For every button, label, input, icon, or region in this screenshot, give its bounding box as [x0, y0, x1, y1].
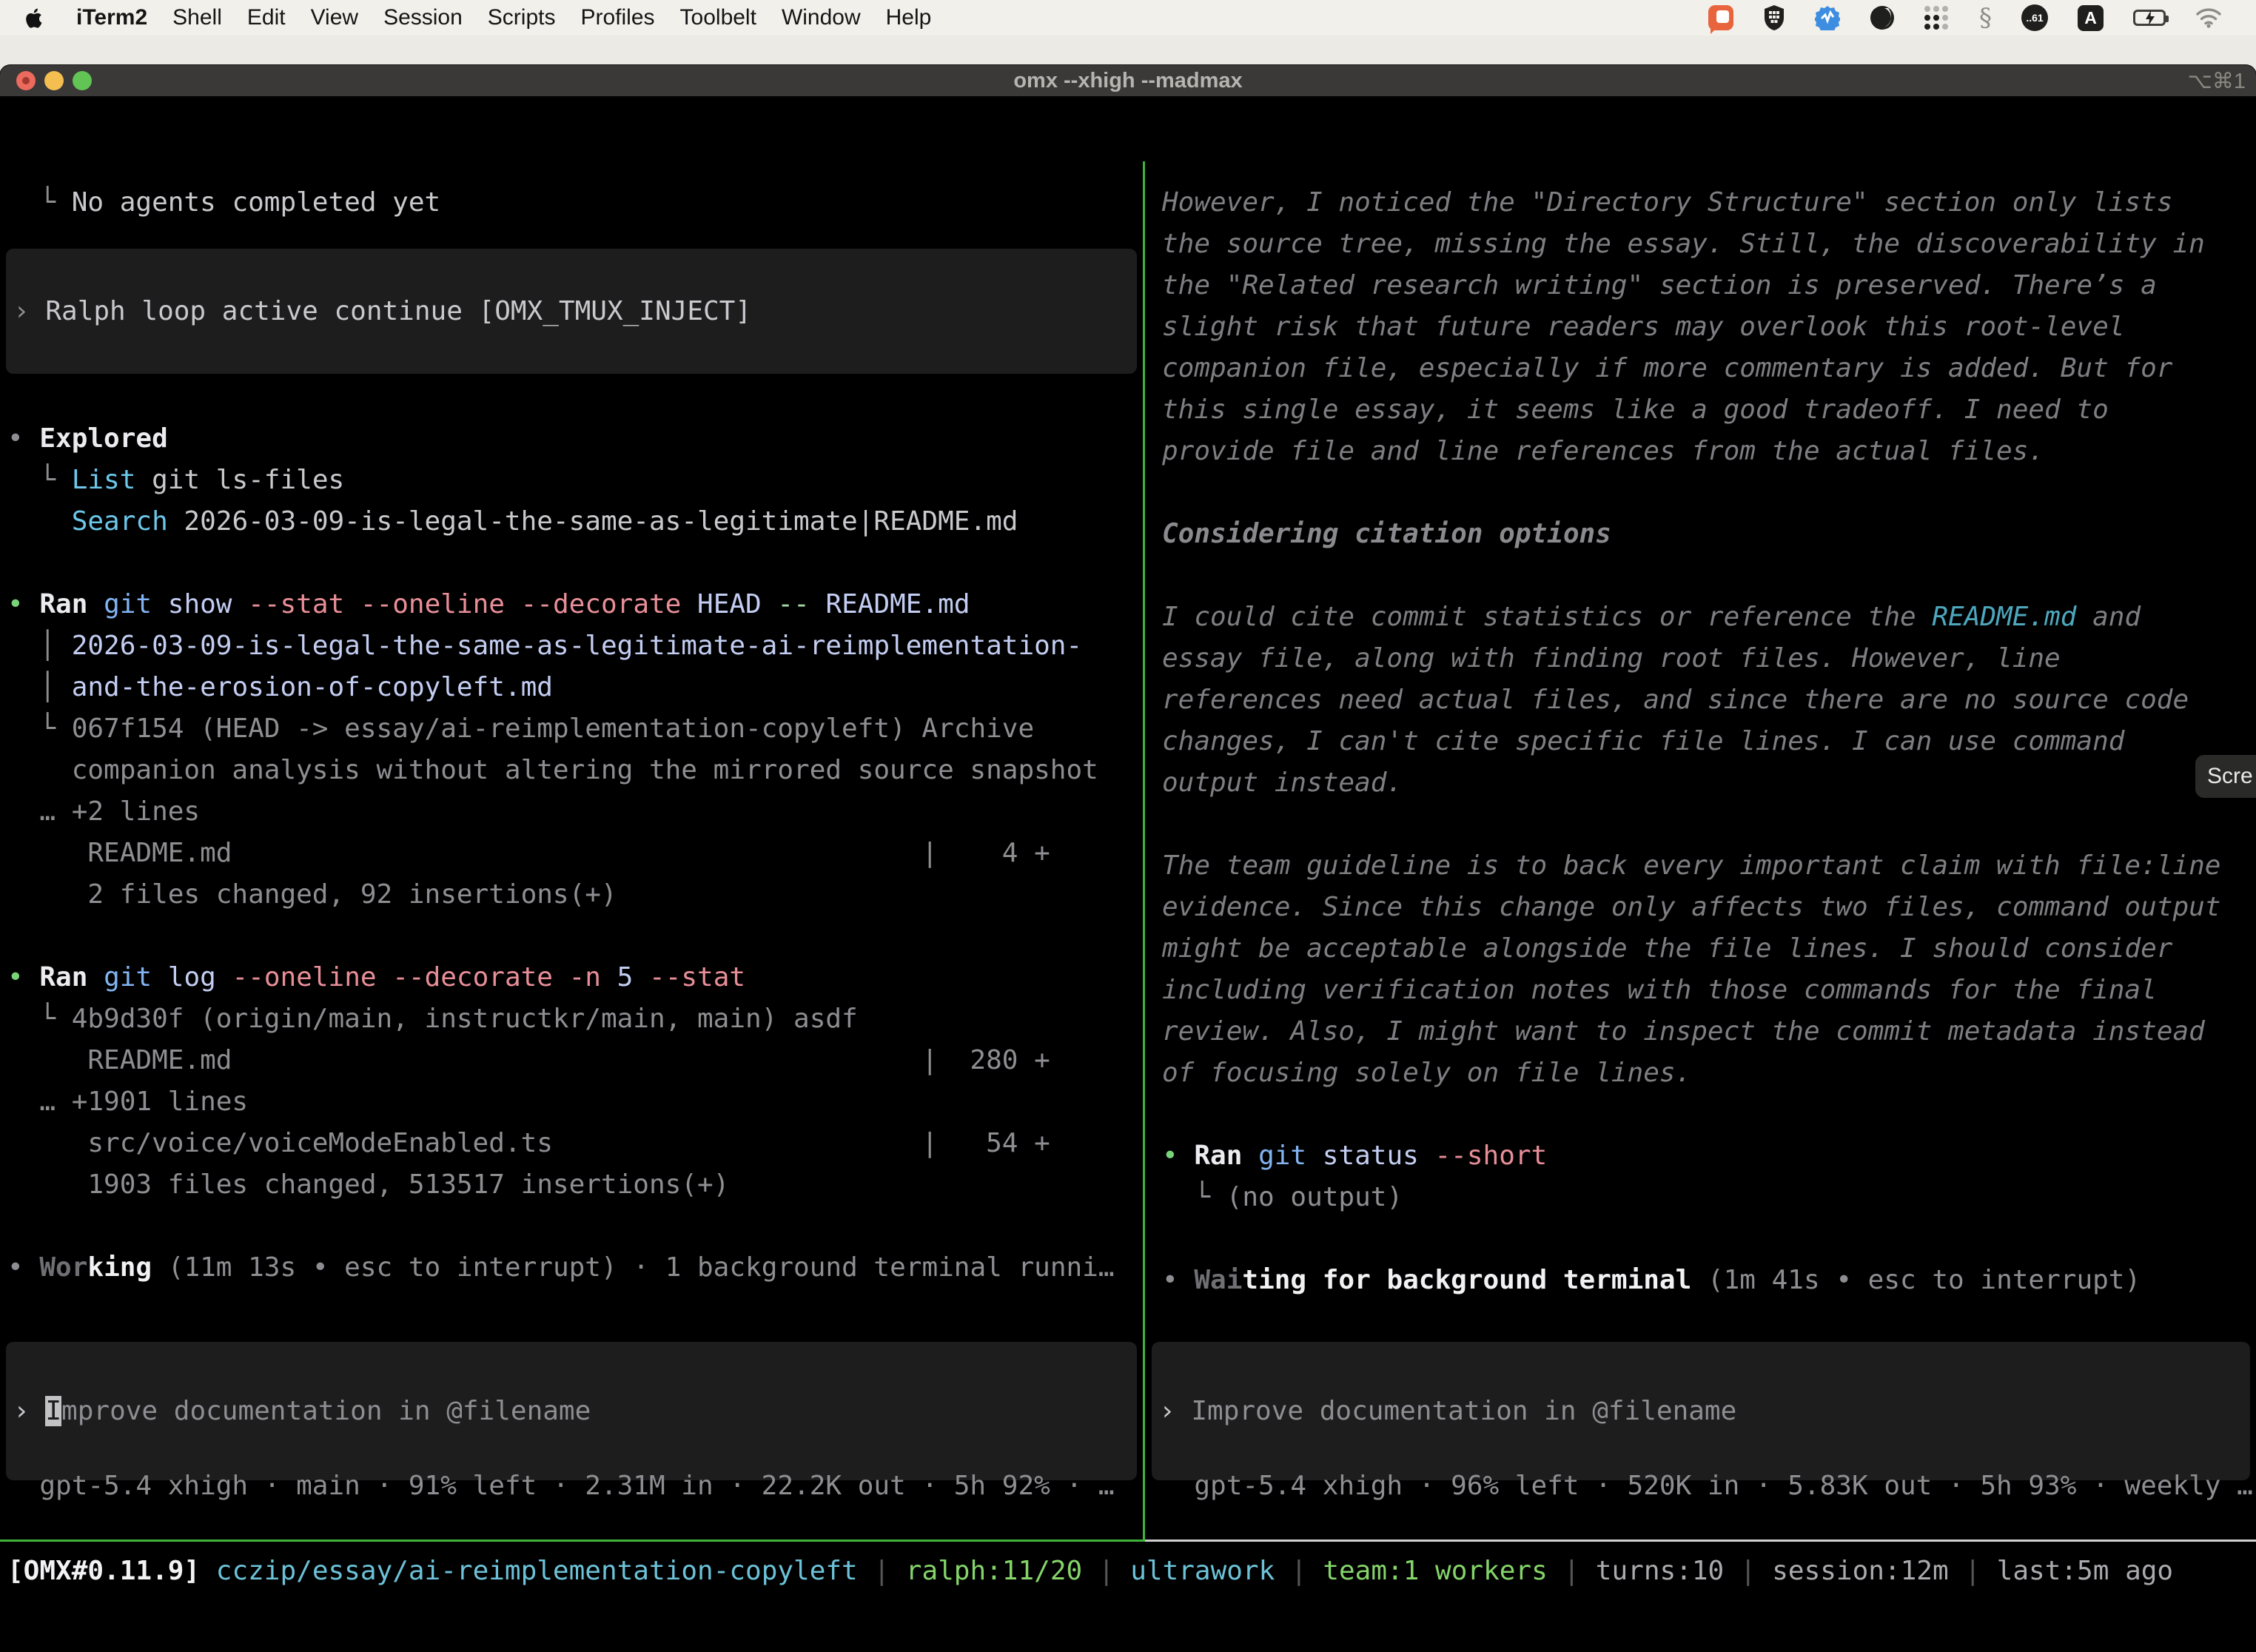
menu-help[interactable]: Help [873, 5, 944, 30]
terminal-line [7, 1206, 1115, 1247]
dragon-icon[interactable]: § [1979, 3, 1992, 33]
right-model-status: gpt-5.4 xhigh · 96% left · 520K in · 5.8… [1162, 1465, 2253, 1507]
terminal-line: … +2 lines [7, 791, 1115, 833]
terminal-line: companion file, especially if more comme… [1162, 348, 2220, 389]
left-pane-log: • Explored └ List git ls-files Search 20… [7, 418, 1115, 1289]
menu-edit[interactable]: Edit [235, 5, 298, 30]
window-title: omx --xhigh --madmax [0, 69, 2256, 93]
terminal-line: 1903 files changed, 513517 insertions(+) [7, 1164, 1115, 1206]
terminal-line [1162, 555, 2220, 597]
menu-scripts[interactable]: Scripts [475, 5, 568, 30]
menu-window[interactable]: Window [769, 5, 873, 30]
terminal-line: 2 files changed, 92 insertions(+) [7, 874, 1115, 916]
chat-icon-inner [1716, 10, 1729, 23]
left-pane-top: └ No agents completed yet [7, 182, 440, 224]
badge-61-icon[interactable]: ..61 [2021, 4, 2048, 31]
omx-status-bar: [OMX#0.11.9] cczip/essay/ai-reimplementa… [7, 1551, 2173, 1592]
window-shortcut: ⌥⌘1 [2187, 68, 2246, 94]
terminal-line: • Working (11m 13s • esc to interrupt) ·… [7, 1247, 1115, 1289]
right-prompt-input[interactable]: › Improve documentation in @filename [1152, 1342, 2250, 1480]
apple-menu-icon[interactable] [25, 5, 47, 30]
terminal-line: • Waiting for background terminal (1m 41… [1162, 1260, 2220, 1301]
menu-shell[interactable]: Shell [160, 5, 235, 30]
terminal-line: the source tree, missing the essay. Stil… [1162, 224, 2220, 265]
menu-toolbelt[interactable]: Toolbelt [668, 5, 769, 30]
window-titlebar: omx --xhigh --madmax ⌥⌘1 [0, 65, 2256, 96]
shield-grid-icon[interactable] [1763, 4, 1785, 31]
menu-session[interactable]: Session [371, 5, 475, 30]
chat-icon-tail [1711, 27, 1718, 34]
macos-menu-bar: iTerm2ShellEditViewSessionScriptsProfile… [0, 0, 2256, 36]
terminal-line: review. Also, I might want to inspect th… [1162, 1011, 2220, 1052]
terminal-line: the "Related research writing" section i… [1162, 265, 2220, 306]
terminal-line: slight risk that future readers may over… [1162, 306, 2220, 348]
left-inject-text: › Ralph loop active continue [OMX_TMUX_I… [13, 291, 751, 332]
terminal-line: of focusing solely on file lines. [1162, 1052, 2220, 1094]
chat-icon[interactable] [1708, 5, 1733, 30]
terminal-line [1162, 1094, 2220, 1135]
inactive-pane-border [1145, 1539, 2256, 1542]
terminal-line: └ (no output) [1162, 1177, 2220, 1218]
battery-icon[interactable] [2133, 10, 2166, 26]
terminal-line: this single essay, it seems like a good … [1162, 389, 2220, 431]
iterm-window: omx --xhigh --madmax ⌥⌘1 └ No agents com… [0, 65, 2256, 1652]
terminal-line: output instead. [1162, 762, 2220, 804]
terminal-line: … +1901 lines [7, 1081, 1115, 1123]
terminal-line: references need actual files, and since … [1162, 679, 2220, 721]
terminal-line: └ 067f154 (HEAD -> essay/ai-reimplementa… [7, 708, 1115, 750]
terminal-line [1162, 1218, 2220, 1260]
terminal-line: essay file, along with finding root file… [1162, 638, 2220, 679]
verified-badge-icon[interactable] [1815, 5, 1840, 30]
terminal-line: └ 4b9d30f (origin/main, instructkr/main,… [7, 998, 1115, 1040]
terminal-line: README.md | 4 + [7, 833, 1115, 874]
terminal-line: • Explored [7, 418, 1115, 460]
terminal-line: However, I noticed the "Directory Struct… [1162, 182, 2220, 224]
terminal-line: └ List git ls-files [7, 460, 1115, 501]
terminal-line: might be acceptable alongside the file l… [1162, 928, 2220, 970]
terminal-line [1162, 472, 2220, 514]
moon-contrast-icon[interactable] [1870, 5, 1895, 30]
screen-tooltip: Scre [2195, 755, 2256, 798]
terminal-line: └ No agents completed yet [7, 182, 440, 224]
terminal-line: src/voice/voiceModeEnabled.ts | 54 + [7, 1123, 1115, 1164]
terminal-line: • Ran git status --short [1162, 1135, 2220, 1177]
right-prompt-text: › Improve documentation in @filename [1159, 1391, 1736, 1432]
terminal-line: companion analysis without altering the … [7, 750, 1115, 791]
terminal-line [7, 916, 1115, 957]
pane-divider[interactable] [1143, 161, 1145, 1542]
menu-status-icons: § ..61 A [1708, 3, 2256, 33]
terminal-line: • Ran git log --oneline --decorate -n 5 … [7, 957, 1115, 998]
terminal-line: evidence. Since this change only affects… [1162, 887, 2220, 928]
terminal-content: └ No agents completed yet › Ralph loop a… [0, 161, 2256, 1652]
active-pane-border [0, 1539, 1145, 1542]
terminal-line [1162, 804, 2220, 845]
left-prompt-input[interactable]: › Improve documentation in @filename [6, 1342, 1137, 1480]
battery-nub [2166, 16, 2169, 22]
left-prompt-text: › Improve documentation in @filename [13, 1391, 591, 1432]
terminal-line: Considering citation options [1162, 514, 2220, 555]
terminal-line: • Ran git show --stat --oneline --decora… [7, 584, 1115, 625]
menu-items: iTerm2ShellEditViewSessionScriptsProfile… [64, 5, 944, 30]
terminal-line [7, 543, 1115, 584]
terminal-line: │ and-the-erosion-of-copyleft.md [7, 667, 1115, 708]
letter-a-icon[interactable]: A [2078, 5, 2104, 31]
terminal-line: including verification notes with those … [1162, 970, 2220, 1011]
menu-view[interactable]: View [298, 5, 371, 30]
left-inject-box[interactable]: › Ralph loop active continue [OMX_TMUX_I… [6, 249, 1137, 374]
terminal-line: │ 2026-03-09-is-legal-the-same-as-legiti… [7, 625, 1115, 667]
menu-profiles[interactable]: Profiles [568, 5, 667, 30]
menu-iterm2[interactable]: iTerm2 [64, 5, 160, 30]
dots-grid-icon[interactable] [1924, 5, 1950, 30]
terminal-line: Search 2026-03-09-is-legal-the-same-as-l… [7, 501, 1115, 543]
terminal-line: README.md | 280 + [7, 1040, 1115, 1081]
screen: iTerm2ShellEditViewSessionScriptsProfile… [0, 0, 2256, 1652]
terminal-line: I could cite commit statistics or refere… [1162, 597, 2220, 638]
terminal-line: provide file and line references from th… [1162, 431, 2220, 472]
left-model-status: gpt-5.4 xhigh · main · 91% left · 2.31M … [7, 1465, 1115, 1507]
right-pane-log: However, I noticed the "Directory Struct… [1162, 182, 2220, 1301]
wifi-icon[interactable] [2195, 7, 2222, 28]
terminal-line: changes, I can't cite specific file line… [1162, 721, 2220, 762]
terminal-line: The team guideline is to back every impo… [1162, 845, 2220, 887]
